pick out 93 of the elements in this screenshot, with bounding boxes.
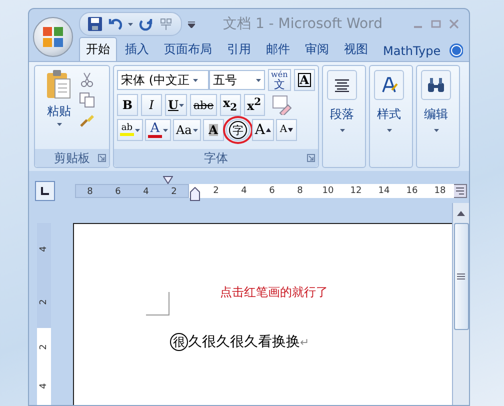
align-lines-icon	[334, 78, 350, 92]
character-border-button[interactable]: A	[294, 69, 315, 91]
ruler-number: 14	[377, 185, 391, 198]
ruler-number: 6	[268, 185, 276, 198]
down-triangle-icon	[288, 128, 294, 132]
color-bar-icon	[148, 135, 162, 138]
caret-icon	[56, 123, 62, 126]
annotation-text: 点击红笔画的就行了	[220, 284, 329, 301]
paragraph-button[interactable]: 段落	[323, 66, 361, 132]
grow-button[interactable]: A	[252, 119, 274, 141]
group-label: 剪贴板	[54, 150, 90, 166]
dialog-launcher-icon[interactable]	[98, 154, 106, 162]
font-size-field[interactable]: 五号	[209, 70, 265, 90]
ruler-number: 2	[212, 185, 220, 198]
view-ruler-icon[interactable]	[453, 184, 467, 198]
ruler-number: 4	[39, 382, 49, 389]
ruler-number: 4	[240, 185, 248, 198]
customize-toolbar-icon[interactable]	[188, 20, 195, 28]
eraser-icon[interactable]	[272, 95, 292, 115]
highlight-button[interactable]: ab	[117, 119, 143, 141]
caret-icon	[340, 129, 344, 132]
ruler-number: 2	[39, 344, 49, 350]
ruler-number: 10	[321, 185, 335, 198]
ribbon-tab[interactable]: 开始	[79, 37, 117, 61]
body-text: 久很久很久看换换	[188, 333, 300, 351]
window-title: 文档 1 - Microsoft Word	[223, 15, 382, 33]
editing-button[interactable]: 编辑	[417, 66, 455, 132]
ribbon-tab[interactable]: 插入	[118, 37, 156, 61]
enclose-button[interactable]: 字	[226, 119, 250, 141]
phonetic-guide-button[interactable]: wén 文	[268, 69, 291, 91]
bold-button[interactable]: B	[117, 94, 138, 116]
redo-icon[interactable]	[139, 17, 153, 31]
office-button[interactable]	[33, 17, 73, 57]
save-icon[interactable]	[88, 17, 102, 31]
scroll-up-icon[interactable]	[456, 209, 466, 219]
underline-button[interactable]: U	[165, 94, 188, 116]
ribbon-tab[interactable]: 引用	[220, 37, 258, 61]
strike-button[interactable]: abe	[190, 94, 217, 116]
ribbon-tab[interactable]: 页面布局	[157, 37, 219, 61]
script-button[interactable]: x$_{2}$	[220, 94, 241, 116]
ruler-number: 8	[86, 186, 94, 197]
format-painter-icon[interactable]	[79, 112, 95, 128]
case-button[interactable]: Aa	[173, 119, 201, 141]
group-label: 字体	[204, 150, 228, 166]
enclosed-character: 很	[170, 333, 188, 351]
caret-icon	[128, 22, 133, 26]
help-icon[interactable]	[448, 43, 463, 58]
caret-icon	[163, 128, 168, 132]
script-button[interactable]: x$^{2}$	[244, 94, 265, 116]
highlight-bar-icon	[120, 133, 134, 136]
scroll-thumb[interactable]	[454, 223, 468, 330]
caret-icon	[179, 104, 184, 106]
ruler-number: 6	[114, 186, 122, 197]
ribbon-tab[interactable]: 邮件	[259, 37, 297, 61]
tab-selector-button[interactable]	[35, 181, 55, 201]
left-tab-icon	[41, 187, 49, 195]
color-button[interactable]: A	[145, 119, 171, 141]
shade-button[interactable]: A	[202, 119, 224, 141]
ruler-number: 4	[142, 186, 150, 197]
ribbon-tab[interactable]: MathType	[376, 40, 448, 61]
letter-pen-icon	[380, 76, 398, 94]
binoculars-icon	[427, 77, 445, 93]
margin-corner-mark	[146, 292, 170, 316]
ruler-number: 8	[296, 185, 304, 198]
copy-icon[interactable]	[79, 92, 95, 108]
ribbon-tab[interactable]: 视图	[337, 37, 375, 61]
caret-icon	[256, 78, 261, 82]
ruler-number: 12	[349, 185, 363, 198]
italic-button[interactable]: I	[141, 94, 162, 116]
ruler-number: 2	[39, 298, 49, 305]
shrink-button[interactable]: A	[276, 119, 297, 141]
ribbon-tab[interactable]: 审阅	[298, 37, 336, 61]
ruler-number: 16	[405, 185, 419, 198]
dialog-launcher-icon[interactable]	[307, 154, 315, 162]
styles-button[interactable]: 样式	[370, 66, 408, 132]
caret-icon	[386, 129, 392, 132]
office-logo-icon	[42, 26, 64, 48]
up-triangle-icon	[266, 128, 271, 132]
paste-button[interactable]: 粘贴	[39, 70, 79, 145]
caret-icon	[434, 129, 438, 132]
grip-icon	[457, 273, 465, 280]
undo-icon[interactable]	[108, 17, 122, 31]
caret-icon	[192, 78, 198, 82]
paragraph-mark: ↵	[300, 336, 310, 348]
ruler-number: 18	[433, 185, 447, 198]
ruler-number: 4	[39, 246, 49, 252]
font-name-field[interactable]: 宋体 (中文正	[117, 70, 209, 90]
clipboard-icon	[46, 70, 72, 100]
caret-icon	[192, 128, 198, 132]
ruler-number: 2	[170, 186, 178, 197]
scissors-icon[interactable]	[79, 72, 95, 88]
caret-icon	[135, 128, 140, 132]
form-icon[interactable]	[159, 17, 173, 31]
